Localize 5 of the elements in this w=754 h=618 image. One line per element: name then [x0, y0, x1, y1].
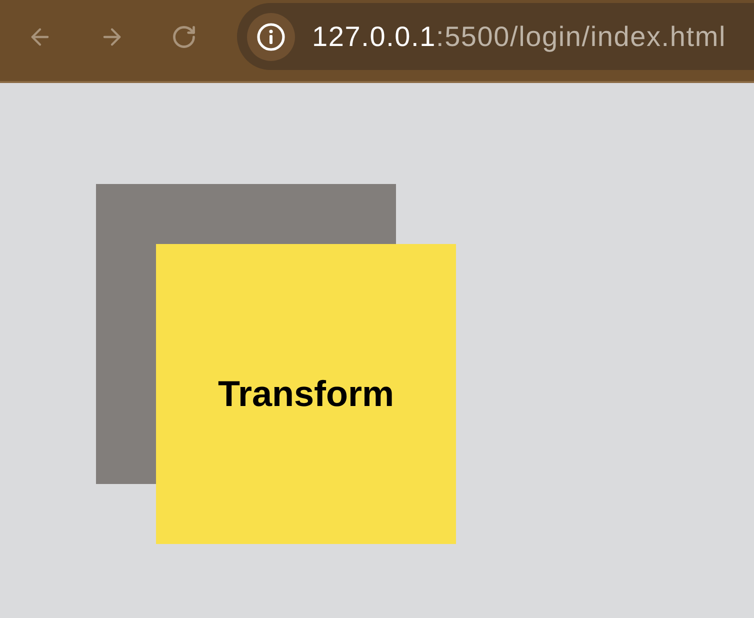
- transform-label: Transform: [218, 376, 394, 412]
- url-text: 127.0.0.1:5500/login/index.html: [312, 22, 726, 50]
- info-icon[interactable]: [247, 12, 295, 60]
- reload-icon: [171, 24, 197, 50]
- address-bar[interactable]: 127.0.0.1:5500/login/index.html: [237, 3, 754, 70]
